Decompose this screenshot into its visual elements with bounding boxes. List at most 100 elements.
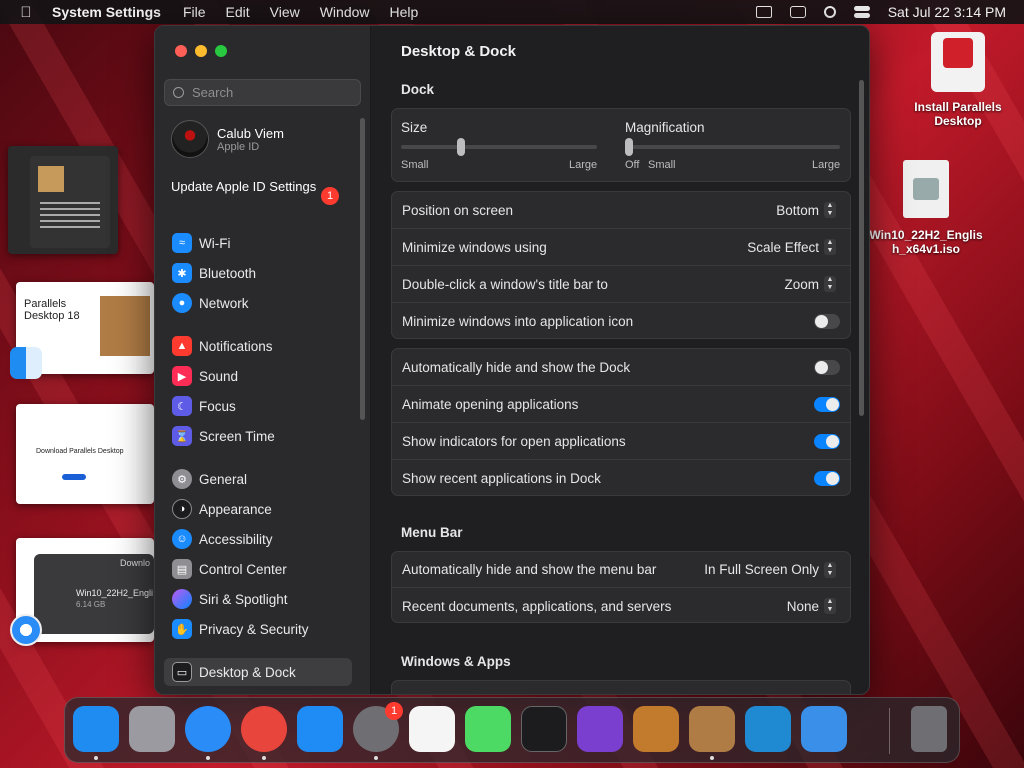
sidebar-item-privacy[interactable]: ✋ Privacy & Security [164, 615, 352, 643]
dock-finder-icon[interactable] [73, 706, 119, 752]
spotlight-search-icon[interactable] [823, 6, 836, 18]
windows-apps-group [391, 680, 851, 694]
sidebar-item-label: General [199, 471, 248, 487]
magnification-slider-knob[interactable] [625, 138, 633, 156]
sidebar-item-wifi[interactable]: ≈ Wi-Fi [164, 229, 352, 257]
sidebar-item-appearance[interactable]: ◑ Appearance [164, 495, 352, 523]
wifi-icon: ≈ [172, 233, 192, 253]
zoom-button[interactable] [215, 45, 227, 57]
animate-opening-toggle[interactable] [814, 396, 840, 412]
sidebar-item-focus[interactable]: ☾ Focus [164, 392, 352, 420]
dock-visual-studio-icon[interactable] [577, 706, 623, 752]
parallels-installer-icon [931, 32, 985, 92]
sidebar-item-label: Accessibility [199, 531, 273, 547]
settings-content: Desktop & Dock Dock Size Small Large Mag… [371, 26, 869, 694]
sidebar-search[interactable] [164, 79, 361, 106]
menu-help[interactable]: Help [390, 4, 419, 20]
sidebar-item-bluetooth[interactable]: ✱ Bluetooth [164, 259, 352, 287]
minimize-into-icon-toggle[interactable] [814, 314, 840, 329]
sidebar-item-network[interactable]: ● Network [164, 289, 352, 317]
minimize-effect-select[interactable]: Scale Effect ▲ ▼ [747, 239, 836, 255]
thumb-download-file: Win10_22H2_Engli 6.14 GB [76, 588, 153, 610]
dock-icon: ▭ [172, 662, 192, 682]
desktop-icon-parallels[interactable]: Install Parallels Desktop [900, 32, 1016, 128]
screen-mirroring-icon[interactable] [789, 6, 806, 18]
menu-clock[interactable]: Sat Jul 22 3:14 PM [888, 4, 1006, 20]
stage-manager-icon[interactable] [755, 6, 772, 18]
parallels-box-icon [100, 296, 150, 356]
menu-view[interactable]: View [270, 4, 300, 20]
search-input[interactable] [192, 85, 342, 100]
position-select[interactable]: Bottom ▲ ▼ [776, 202, 836, 218]
magnification-label: Magnification [625, 120, 705, 135]
content-scrollbar[interactable] [859, 80, 864, 416]
dock-weather-icon[interactable] [801, 706, 847, 752]
double-click-select[interactable]: Zoom ▲ ▼ [784, 276, 836, 292]
siri-icon [172, 589, 192, 609]
autohide-menubar-select[interactable]: In Full Screen Only ▲ ▼ [704, 561, 836, 578]
dock-launchpad-icon[interactable] [129, 706, 175, 752]
hourglass-icon: ⌛ [172, 426, 192, 446]
dock-separator [889, 708, 890, 754]
menu-file[interactable]: File [183, 4, 206, 20]
show-recent-toggle[interactable] [814, 471, 840, 486]
size-slider-knob[interactable] [457, 138, 466, 156]
installer-box-icon [38, 166, 64, 192]
dock-safari-icon[interactable] [185, 706, 231, 752]
dock-maps-icon[interactable] [465, 706, 511, 752]
dock-vscode-icon[interactable] [745, 706, 791, 752]
accessibility-icon: ☺ [172, 529, 192, 549]
dock-textedit-icon[interactable] [409, 706, 455, 752]
dock-chrome-icon[interactable] [241, 706, 287, 752]
row-show-indicators: Show indicators for open applications [392, 423, 850, 460]
sidebar-item-general[interactable]: ⚙ General [164, 465, 352, 493]
row-recent-documents: Recent documents, applications, and serv… [392, 588, 850, 624]
menu-edit[interactable]: Edit [226, 4, 250, 20]
recent-documents-select[interactable]: None ▲ ▼ [787, 598, 836, 614]
sidebar-scrollbar[interactable] [360, 118, 365, 420]
row-animate-opening: Animate opening applications [392, 386, 850, 423]
dock-app-store-icon[interactable] [297, 706, 343, 752]
sidebar-item-control-center[interactable]: ▤ Control Center [164, 555, 352, 583]
dock-trash-icon[interactable] [911, 706, 947, 752]
dock-garageband-icon[interactable] [633, 706, 679, 752]
sidebar-item-notifications[interactable]: ▲ Notifications [164, 332, 352, 360]
autohide-dock-toggle[interactable] [814, 359, 840, 375]
user-apple-id: Apple ID [217, 140, 260, 153]
menu-window[interactable]: Window [320, 4, 370, 20]
sidebar-item-label: Network [199, 295, 249, 311]
desktop-icon-iso[interactable]: Win10_22H2_English_x64v1.iso [866, 160, 986, 256]
show-indicators-toggle[interactable] [814, 433, 840, 449]
gear-icon: ⚙ [172, 469, 192, 489]
safari-icon[interactable] [10, 614, 42, 646]
sidebar-item-accessibility[interactable]: ☺ Accessibility [164, 525, 352, 553]
magnification-slider-track[interactable] [625, 145, 840, 149]
dock-terminal-icon[interactable] [521, 706, 567, 752]
minimize-button[interactable] [195, 45, 207, 57]
row-label: Minimize windows using [402, 239, 547, 255]
size-label: Size [401, 120, 428, 135]
row-label: Show recent applications in Dock [402, 471, 601, 486]
thumb-download-filename: Win10_22H2_Engli [76, 588, 154, 598]
size-min-label: Small [401, 159, 429, 171]
menu-app-name[interactable]: System Settings [52, 4, 161, 20]
stage-thumb-download-page[interactable]: Download Parallels Desktop [16, 404, 154, 504]
speaker-icon: ▶ [172, 366, 192, 386]
dock: 1 [64, 697, 960, 763]
sidebar-item-screen-time[interactable]: ⌛ Screen Time [164, 422, 352, 450]
row-show-recent: Show recent applications in Dock [392, 460, 850, 497]
size-max-label: Large [569, 159, 598, 171]
search-icon [173, 87, 184, 98]
apple-menu-icon[interactable]:  [0, 4, 52, 21]
stage-thumb-installer[interactable] [8, 146, 118, 254]
size-slider-track[interactable] [401, 145, 597, 149]
row-label: Recent documents, applications, and serv… [402, 598, 672, 614]
control-center-icon[interactable] [853, 6, 870, 18]
sidebar-item-sound[interactable]: ▶ Sound [164, 362, 352, 390]
close-button[interactable] [175, 45, 187, 57]
dock-parallels-installer-icon[interactable] [689, 706, 735, 752]
sidebar-item-siri[interactable]: Siri & Spotlight [164, 585, 352, 613]
apple-id-account[interactable]: Calub Viem Apple ID [171, 120, 284, 158]
sidebar-item-desktop-dock[interactable]: ▭ Desktop & Dock [164, 658, 352, 686]
finder-icon[interactable] [10, 347, 42, 379]
